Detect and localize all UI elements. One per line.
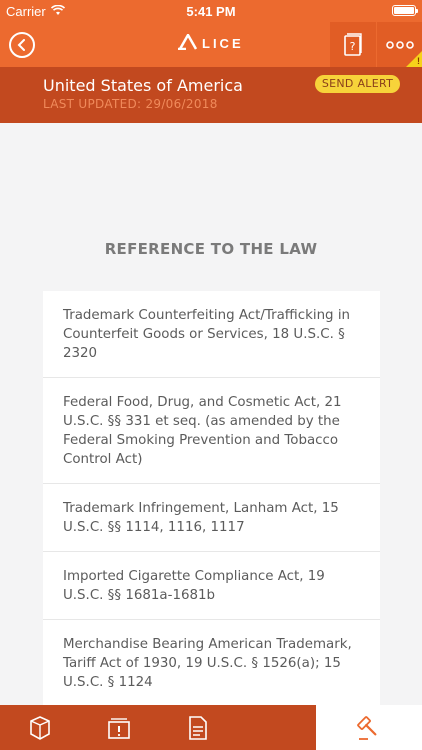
last-updated: LAST UPDATED: 29/06/2018 xyxy=(43,97,218,111)
tab-law[interactable] xyxy=(316,705,422,750)
tab-bar xyxy=(0,705,422,750)
law-item[interactable]: Federal Food, Drug, and Cosmetic Act, 21… xyxy=(43,378,380,484)
help-book-icon: ? xyxy=(344,32,362,56)
battery-icon xyxy=(392,5,418,16)
nav-bar: LICE ? ! xyxy=(0,22,422,67)
tab-alerts[interactable] xyxy=(79,705,158,750)
chevron-left-icon xyxy=(17,39,25,51)
send-alert-button[interactable]: SEND ALERT xyxy=(315,75,400,93)
tab-box[interactable] xyxy=(0,705,79,750)
logo-text: LICE xyxy=(202,36,244,51)
more-button[interactable]: ! xyxy=(377,22,422,67)
warning-mark: ! xyxy=(417,56,420,66)
gavel-icon xyxy=(357,715,377,740)
back-button[interactable] xyxy=(9,32,35,58)
svg-text:?: ? xyxy=(350,40,356,53)
status-right xyxy=(392,5,418,16)
alert-card-icon xyxy=(107,717,130,739)
box-icon xyxy=(29,715,50,740)
law-list[interactable]: Trademark Counterfeiting Act/Trafficking… xyxy=(43,291,380,705)
clock: 5:41 PM xyxy=(186,4,236,19)
tab-documents[interactable] xyxy=(158,705,237,750)
logo-mark xyxy=(178,32,198,53)
country-name: United States of America xyxy=(43,76,243,95)
battery-level xyxy=(394,7,414,14)
section-title: REFERENCE TO THE LAW xyxy=(104,240,318,258)
help-book-button[interactable]: ? xyxy=(330,22,376,67)
law-item[interactable]: Trademark Infringement, Lanham Act, 15 U… xyxy=(43,484,380,552)
law-item[interactable]: Merchandise Bearing American Trademark, … xyxy=(43,620,380,705)
document-icon xyxy=(188,715,207,740)
law-item[interactable]: Imported Cigarette Compliance Act, 19 U.… xyxy=(43,552,380,620)
country-header: United States of America LAST UPDATED: 2… xyxy=(0,67,422,123)
more-dots-icon xyxy=(385,40,414,49)
status-bar: Carrier 5:41 PM xyxy=(0,0,422,22)
law-item[interactable]: Trademark Counterfeiting Act/Trafficking… xyxy=(43,291,380,378)
tab-gap xyxy=(237,705,316,750)
app-logo: LICE xyxy=(178,32,244,53)
